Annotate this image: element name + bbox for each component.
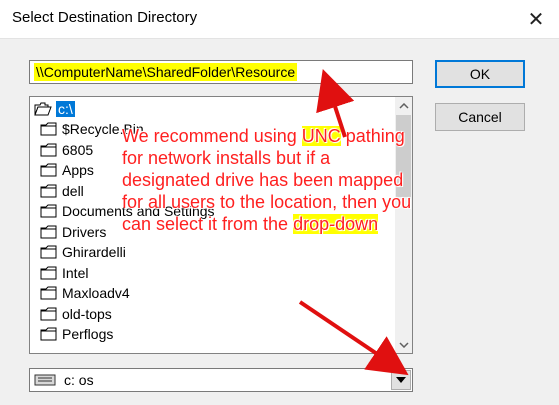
folder-icon <box>40 286 57 300</box>
list-item[interactable]: old-tops <box>40 304 112 323</box>
select-destination-dialog: Select Destination Directory ✕ \\Compute… <box>0 0 559 405</box>
annotation-highlight-unc: UNC <box>301 126 341 146</box>
list-item[interactable]: Apps <box>40 161 94 180</box>
folder-icon <box>40 163 57 177</box>
folder-icon <box>40 204 57 218</box>
list-item-label: Intel <box>62 264 89 281</box>
folder-icon <box>40 266 57 279</box>
folder-icon <box>40 122 57 136</box>
folder-icon <box>40 307 57 320</box>
scroll-up-button[interactable] <box>395 97 412 114</box>
scroll-down-button[interactable] <box>395 336 412 353</box>
list-item[interactable]: Maxloadv4 <box>40 284 130 303</box>
dialog-title: Select Destination Directory <box>12 9 198 26</box>
list-item-label: Perflogs <box>62 326 114 342</box>
path-input[interactable]: \\ComputerName\SharedFolder\Resource <box>29 60 413 84</box>
close-button[interactable]: ✕ <box>513 0 559 38</box>
list-item-label: Apps <box>62 162 94 178</box>
list-item[interactable]: Ghirardelli <box>40 243 126 262</box>
list-item[interactable]: Perflogs <box>40 325 113 344</box>
title-bar: Select Destination Directory ✕ <box>0 0 559 39</box>
cancel-button[interactable]: Cancel <box>435 103 525 131</box>
annotation-text-1: We recommend using <box>122 126 302 146</box>
drive-dropdown-button[interactable] <box>391 370 411 390</box>
list-item[interactable]: c:\ <box>34 99 75 118</box>
annotation-note: We recommend using UNC pathing for netwo… <box>122 125 422 235</box>
list-item-label: c:\ <box>56 100 75 117</box>
open-folder-icon <box>34 102 52 115</box>
folder-icon <box>40 225 57 238</box>
list-item[interactable]: 6805 <box>40 140 93 159</box>
list-item[interactable]: dell <box>40 181 84 200</box>
chevron-down-icon <box>398 341 409 348</box>
drive-select[interactable]: c: os <box>29 368 413 392</box>
folder-icon <box>40 184 57 197</box>
drive-icon <box>34 374 56 386</box>
list-item-label: Ghirardelli <box>62 244 126 260</box>
list-item-label: Drivers <box>62 223 107 240</box>
folder-icon <box>40 143 57 156</box>
list-item-label: dell <box>62 182 84 199</box>
list-item[interactable]: Intel <box>40 263 88 282</box>
ok-button[interactable]: OK <box>435 60 525 88</box>
folder-icon <box>40 327 57 341</box>
annotation-highlight-dropdown: drop-down <box>293 214 379 234</box>
path-input-value: \\ComputerName\SharedFolder\Resource <box>34 63 298 81</box>
list-item-label: 6805 <box>62 141 94 158</box>
chevron-up-icon <box>398 102 409 109</box>
folder-icon <box>40 245 57 259</box>
list-item[interactable]: Drivers <box>40 222 106 241</box>
close-icon: ✕ <box>527 8 545 31</box>
drive-select-value: c: os <box>64 372 94 388</box>
list-item-label: old-tops <box>62 305 112 322</box>
dropdown-arrow-icon <box>396 377 406 383</box>
list-item-label: Maxloadv4 <box>62 285 130 301</box>
